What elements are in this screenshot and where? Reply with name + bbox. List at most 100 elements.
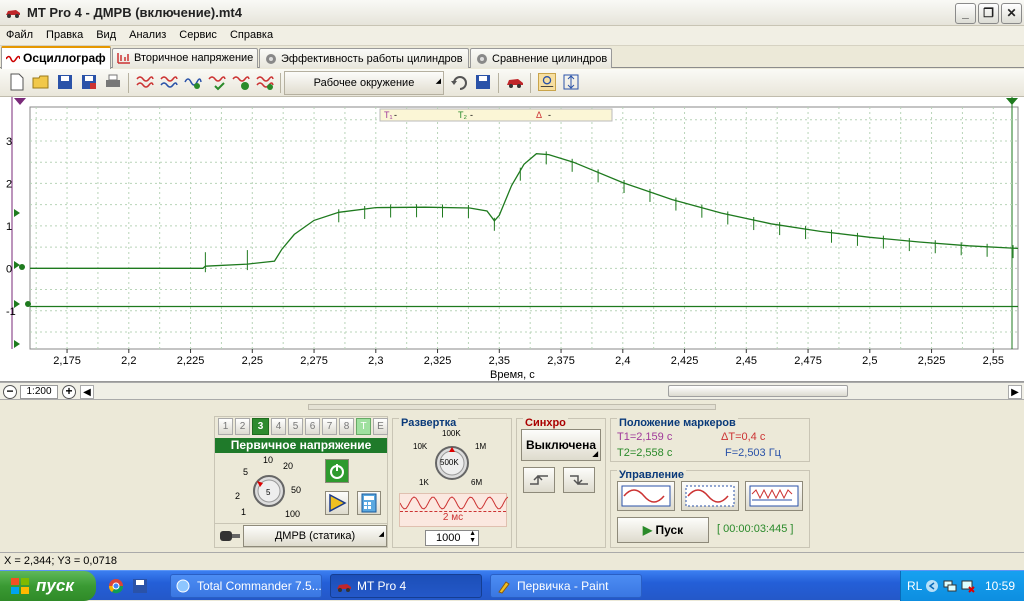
close-button[interactable]: ✕ [1001, 3, 1022, 24]
stepper-up-icon[interactable]: ▲ ▼ [469, 530, 476, 544]
scroll-left-icon[interactable]: ◀ [80, 385, 94, 399]
sweep-wave-icon [399, 496, 509, 510]
oscilloscope-chart[interactable]: 3210-1 2,175 2,2 2,225 2,25 2,275 2,3 2,325 2,3… [0, 97, 1024, 382]
zoom-out-button[interactable]: − [3, 385, 17, 399]
sweep-panel: Развертка 100K 10K 1M 500K 1K 6M 2 мс 10… [392, 417, 512, 548]
task-paint[interactable]: Первичка - Paint [490, 574, 642, 598]
undo-icon[interactable] [450, 73, 468, 91]
wave-icon-2[interactable] [160, 73, 178, 91]
channel-3-tab[interactable]: 3 [252, 418, 269, 435]
language-indicator[interactable]: RL [907, 579, 922, 593]
x-tick-label: 2,55 [983, 355, 1004, 367]
trigger-marker[interactable] [14, 340, 20, 348]
channel-5-tab[interactable]: 5 [288, 418, 303, 435]
wave-check-icon[interactable] [208, 73, 226, 91]
channel-1-tab[interactable]: 1 [218, 418, 233, 435]
task-total-commander[interactable]: Total Commander 7.5... [170, 574, 322, 598]
environment-dropdown[interactable]: Рабочее окружение ◢ [284, 71, 444, 95]
menu-service[interactable]: Сервис [173, 26, 224, 41]
marker-t2-handle[interactable] [1006, 98, 1018, 105]
save-as-icon[interactable] [80, 73, 98, 91]
network-icon[interactable] [943, 579, 957, 593]
sweep-count-stepper[interactable]: 1000 ▲ ▼ [425, 530, 479, 546]
time-scrollbar[interactable]: − 1:200 + ◀ ▶ [0, 382, 1024, 400]
channel-8-tab[interactable]: 8 [339, 418, 354, 435]
x-tick-label: 2,225 [177, 355, 205, 367]
voltage-knob[interactable]: 10 20 5 50 2 100 1 5 [219, 455, 323, 521]
tab-secondary-voltage[interactable]: Вторичное напряжение [112, 48, 258, 68]
chrome-icon[interactable] [108, 578, 124, 594]
cursor-readout: X = 2,344; Y3 = 0,0718 [4, 555, 117, 567]
menu-view[interactable]: Вид [90, 26, 123, 41]
toolbar: Рабочее окружение ◢ [0, 69, 1024, 97]
panel-splitter[interactable] [308, 404, 716, 410]
dropdown-arrow-icon: ◢ [592, 451, 598, 458]
zoom-fit-icon[interactable] [538, 73, 556, 91]
menu-analysis[interactable]: Анализ [123, 26, 173, 41]
sweep-preview: 2 мс [399, 493, 509, 527]
sync-rising-button[interactable] [523, 467, 555, 493]
save-quick-launch-icon[interactable] [132, 578, 148, 594]
sync-title: Синхро [523, 417, 568, 429]
continuous-capture-button[interactable] [681, 481, 739, 511]
start-label: Пуск [655, 523, 684, 537]
tray-expand-icon[interactable] [925, 579, 939, 593]
oscilloscope-plot[interactable]: 3 2 1 0 -1 2,175 2,2 2,225 2,25 2,275 2,3 2,325 2,3… [0, 97, 1024, 382]
tab-cylinder-efficiency[interactable]: Эффективность работы цилиндров [259, 48, 469, 68]
level-marker[interactable] [14, 209, 20, 217]
zoom-in-button[interactable]: + [62, 385, 76, 399]
wave-icon-3[interactable] [184, 73, 202, 91]
zoom-vertical-icon[interactable] [562, 73, 580, 91]
zero-dot-ref [25, 301, 31, 307]
knob-label: 1 [241, 507, 246, 517]
restore-button[interactable]: ❐ [978, 3, 999, 24]
menu-edit[interactable]: Правка [40, 26, 90, 41]
save-layout-icon[interactable] [474, 73, 492, 91]
menu-file[interactable]: Файл [0, 26, 40, 41]
sensor-dropdown[interactable]: ДМРВ (статика) ◢ [243, 525, 387, 547]
control-panel: 1 2 3 4 5 6 7 8 T E Первичное напряжение… [0, 400, 1024, 552]
minimize-button[interactable]: _ [955, 3, 976, 24]
channel-2-tab[interactable]: 2 [235, 418, 250, 435]
tab-oscilloscope[interactable]: Осциллограф [1, 46, 111, 69]
record-button[interactable] [745, 481, 803, 511]
marker-t1-handle[interactable] [14, 98, 26, 105]
print-icon[interactable] [104, 73, 122, 91]
y-tick-label: 3 [6, 136, 12, 148]
open-folder-icon[interactable] [32, 73, 50, 91]
tab-cylinder-compare[interactable]: Сравнение цилиндров [470, 48, 612, 68]
sweep-label: 6M [471, 478, 482, 487]
channel-7-tab[interactable]: 7 [322, 418, 337, 435]
start-button[interactable]: ▶ Пуск [617, 517, 709, 543]
title-bar: MT Pro 4 - ДМРВ (включение).mt4 _ ❐ ✕ [0, 0, 1024, 26]
sensor-row: ДМРВ (статика) ◢ [215, 523, 387, 547]
knob-label: 10 [263, 455, 273, 465]
car-icon[interactable] [506, 73, 524, 91]
tab-label: Вторичное напряжение [134, 52, 254, 64]
sweep-knob[interactable]: 100K 10K 1M 500K 1K 6M [397, 427, 507, 493]
scroll-thumb[interactable] [668, 385, 848, 397]
zero-marker-ch3[interactable] [14, 261, 20, 269]
menu-help[interactable]: Справка [224, 26, 280, 41]
channel-6-tab[interactable]: 6 [305, 418, 320, 435]
wave-number-icon[interactable] [232, 73, 250, 91]
task-mt-pro[interactable]: MT Pro 4 [330, 574, 482, 598]
channel-e-tab[interactable]: E [373, 418, 388, 435]
channel-t-tab[interactable]: T [356, 418, 371, 435]
sync-mode-button[interactable]: Выключена ◢ [521, 429, 601, 461]
marker-delta: ΔT=0,4 с [721, 431, 766, 443]
save-icon[interactable] [56, 73, 74, 91]
single-capture-button[interactable] [617, 481, 675, 511]
calculator-button[interactable] [357, 491, 381, 515]
channel-4-tab[interactable]: 4 [271, 418, 286, 435]
network-error-icon[interactable] [961, 579, 975, 593]
sync-falling-button[interactable] [563, 467, 595, 493]
amplify-button[interactable] [325, 491, 349, 515]
scroll-right-icon[interactable]: ▶ [1008, 385, 1022, 399]
wave-settings-icon[interactable] [256, 73, 274, 91]
start-menu-button[interactable]: пуск [0, 571, 96, 601]
wave-icon-1[interactable] [136, 73, 154, 91]
power-button[interactable] [325, 459, 349, 483]
new-file-icon[interactable] [8, 73, 26, 91]
zero-marker-ref[interactable] [14, 300, 20, 308]
